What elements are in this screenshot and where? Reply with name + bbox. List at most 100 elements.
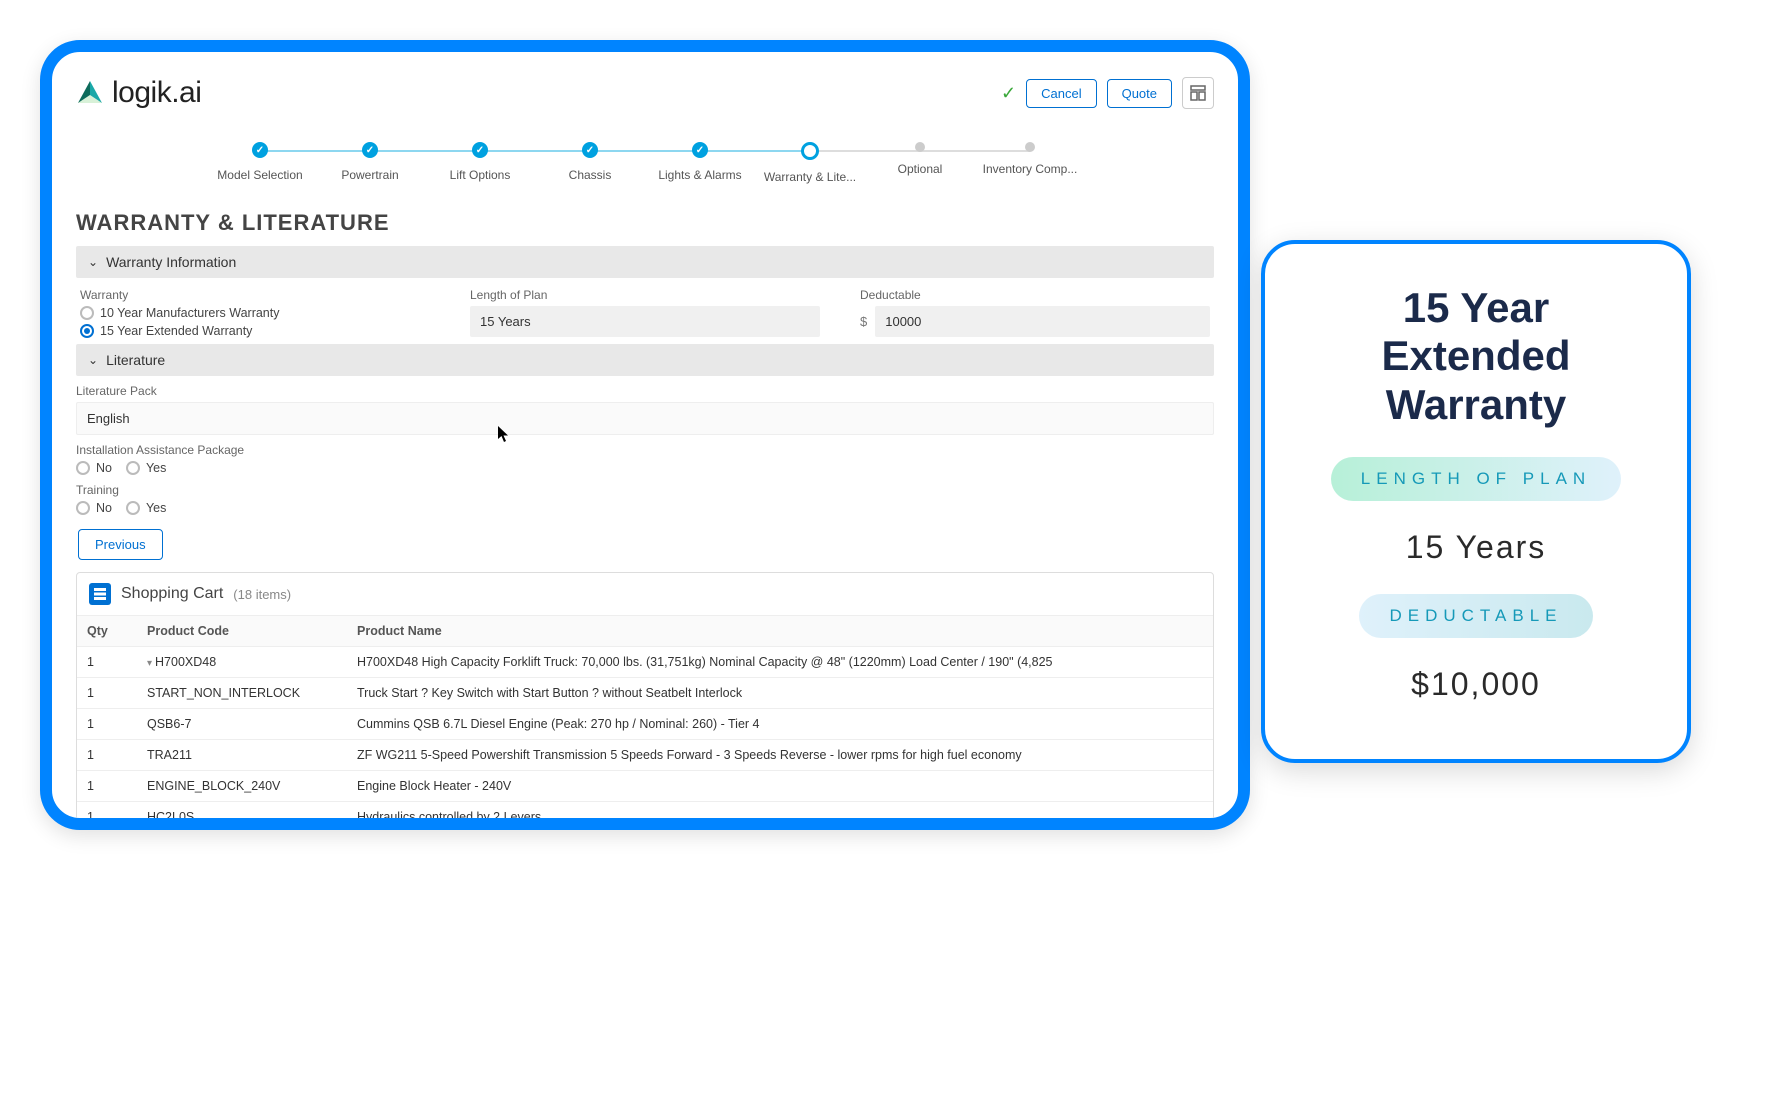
step-dot	[1025, 142, 1035, 152]
table-row[interactable]: 1 TRA211 ZF WG211 5-Speed Powershift Tra…	[77, 740, 1213, 771]
col-name: Product Name	[347, 616, 1213, 647]
training-no-option[interactable]: No	[76, 501, 112, 515]
caret-icon: ▾	[147, 658, 152, 669]
length-col: Length of Plan	[470, 288, 820, 338]
radio-icon	[80, 324, 94, 338]
table-row[interactable]: 1 ▾H700XD48 H700XD48 High Capacity Forkl…	[77, 647, 1213, 678]
step-dot: ✓	[692, 142, 708, 158]
step-line	[480, 150, 590, 152]
page-title: WARRANTY & LITERATURE	[76, 210, 1214, 236]
step-item[interactable]: ✓ Model Selection	[205, 142, 315, 182]
check-icon: ✓	[1001, 83, 1016, 104]
literature-pack-block: Literature Pack	[76, 384, 1214, 435]
length-label: Length of Plan	[470, 288, 820, 302]
step-dot	[801, 142, 819, 160]
cell-name: ZF WG211 5-Speed Powershift Transmission…	[347, 740, 1213, 771]
option-label: 15 Year Extended Warranty	[100, 324, 252, 338]
chevron-down-icon: ⌄	[88, 255, 98, 269]
step-item[interactable]: ✓ Lights & Alarms	[645, 142, 755, 182]
cell-code: ENGINE_BLOCK_240V	[137, 771, 347, 802]
table-row[interactable]: 1 QSB6-7 Cummins QSB 6.7L Diesel Engine …	[77, 709, 1213, 740]
step-item[interactable]: ✓ Powertrain	[315, 142, 425, 182]
step-dot: ✓	[252, 142, 268, 158]
step-label: Warranty & Lite...	[764, 170, 856, 184]
cursor-icon	[497, 425, 511, 446]
step-item[interactable]: Inventory Comp...	[975, 142, 1085, 176]
warranty-label: Warranty	[80, 288, 430, 302]
step-label: Inventory Comp...	[983, 162, 1078, 176]
cancel-button[interactable]: Cancel	[1026, 79, 1096, 108]
cart-title: Shopping Cart	[121, 585, 223, 603]
cell-qty: 1	[77, 709, 137, 740]
warranty-form: Warranty 10 Year Manufacturers Warranty 1…	[76, 278, 1214, 344]
step-label: Model Selection	[217, 168, 302, 182]
table-row[interactable]: 1 HC2L0S Hydraulics controlled by 2 Leve…	[77, 802, 1213, 831]
deductable-value: $10,000	[1411, 666, 1541, 703]
step-dot	[915, 142, 925, 152]
cell-qty: 1	[77, 771, 137, 802]
literature-section-header[interactable]: ⌄ Literature	[76, 344, 1214, 376]
cell-code: HC2L0S	[137, 802, 347, 831]
header: logik.ai ✓ Cancel Quote	[76, 70, 1214, 118]
cell-code: START_NON_INTERLOCK	[137, 678, 347, 709]
logo-icon	[76, 79, 104, 107]
iap-label: Installation Assistance Package	[76, 443, 1214, 457]
deductable-label: Deductable	[860, 288, 1210, 302]
quote-button[interactable]: Quote	[1107, 79, 1172, 108]
step-label: Chassis	[569, 168, 612, 182]
length-pill: LENGTH OF PLAN	[1331, 457, 1621, 501]
warranty-option[interactable]: 10 Year Manufacturers Warranty	[80, 306, 430, 320]
previous-button[interactable]: Previous	[78, 529, 163, 560]
literature-pack-input[interactable]	[76, 402, 1214, 435]
header-actions: ✓ Cancel Quote	[1001, 77, 1214, 109]
logo: logik.ai	[76, 76, 201, 110]
deductable-input[interactable]	[875, 306, 1210, 337]
cell-code: QSB6-7	[137, 709, 347, 740]
cell-qty: 1	[77, 678, 137, 709]
cart-header: Shopping Cart (18 items)	[77, 573, 1213, 616]
step-label: Lights & Alarms	[658, 168, 741, 182]
deduct-col: Deductable $	[860, 288, 1210, 338]
training-yes-option[interactable]: Yes	[126, 501, 166, 515]
step-label: Lift Options	[450, 168, 511, 182]
step-line	[920, 150, 1030, 152]
content-area: logik.ai ✓ Cancel Quote ✓ Model Selectio…	[52, 52, 1238, 830]
warranty-section-header[interactable]: ⌄ Warranty Information	[76, 246, 1214, 278]
table-header-row: Qty Product Code Product Name	[77, 616, 1213, 647]
table-row[interactable]: 1 START_NON_INTERLOCK Truck Start ? Key …	[77, 678, 1213, 709]
cart-table: Qty Product Code Product Name 1 ▾H700XD4…	[77, 616, 1213, 830]
cell-name: Truck Start ? Key Switch with Start Butt…	[347, 678, 1213, 709]
step-item[interactable]: Optional	[865, 142, 975, 176]
cart-count: (18 items)	[233, 587, 291, 602]
iap-no-option[interactable]: No	[76, 461, 112, 475]
cell-qty: 1	[77, 740, 137, 771]
step-line	[370, 150, 480, 152]
step-item[interactable]: Warranty & Lite...	[755, 142, 865, 184]
layout-toggle-button[interactable]	[1182, 77, 1214, 109]
cell-code: ▾H700XD48	[137, 647, 347, 678]
length-value: 15 Years	[1406, 529, 1547, 566]
step-line	[700, 150, 810, 152]
cell-name: Engine Block Heater - 240V	[347, 771, 1213, 802]
summary-title: 15 Year Extended Warranty	[1305, 284, 1647, 429]
step-dot: ✓	[362, 142, 378, 158]
step-item[interactable]: ✓ Chassis	[535, 142, 645, 182]
length-input[interactable]	[470, 306, 820, 337]
option-label: 10 Year Manufacturers Warranty	[100, 306, 280, 320]
step-dot: ✓	[472, 142, 488, 158]
cell-qty: 1	[77, 647, 137, 678]
deductable-pill: DEDUCTABLE	[1359, 594, 1592, 638]
step-item[interactable]: ✓ Lift Options	[425, 142, 535, 182]
step-line	[810, 150, 920, 152]
training-block: Training No Yes	[76, 483, 1214, 515]
brand-text: logik.ai	[112, 76, 201, 110]
iap-yes-option[interactable]: Yes	[126, 461, 166, 475]
shopping-cart: Shopping Cart (18 items) Qty Product Cod…	[76, 572, 1214, 830]
warranty-option[interactable]: 15 Year Extended Warranty	[80, 324, 430, 338]
app-window: logik.ai ✓ Cancel Quote ✓ Model Selectio…	[40, 40, 1250, 830]
stepper: ✓ Model Selection ✓ Powertrain ✓ Lift Op…	[76, 118, 1214, 192]
cell-code: TRA211	[137, 740, 347, 771]
step-line	[260, 150, 370, 152]
table-row[interactable]: 1 ENGINE_BLOCK_240V Engine Block Heater …	[77, 771, 1213, 802]
warranty-section-title: Warranty Information	[106, 254, 236, 270]
